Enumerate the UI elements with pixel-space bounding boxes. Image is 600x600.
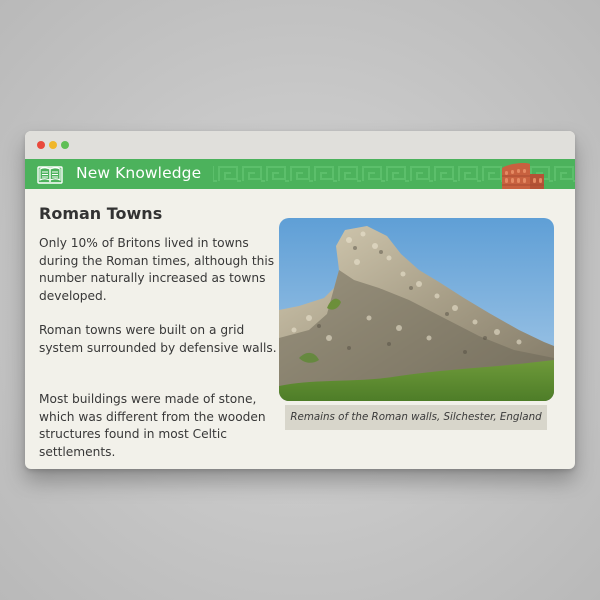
section-banner: New Knowledge [25, 159, 575, 189]
page-title: Roman Towns [39, 204, 163, 223]
roman-wall-photo [279, 218, 554, 401]
banner-title: New Knowledge [76, 164, 202, 182]
paragraph-buildings: Most buildings were made of stone, which… [39, 392, 266, 459]
paragraph-population: Only 10% of Britons lived in towns durin… [39, 236, 275, 303]
photo-caption-box: Remains of the Roman walls, Silchester, … [285, 405, 547, 430]
title-bar [25, 131, 575, 159]
maximize-button[interactable] [61, 141, 69, 149]
colosseum-icon [502, 163, 544, 189]
photo-caption: Remains of the Roman walls, Silchester, … [290, 411, 542, 423]
close-button[interactable] [37, 141, 45, 149]
lesson-window: New Knowledge Roman Towns Only 10% of Br… [25, 131, 575, 469]
paragraph-grid-system: Roman towns were built on a grid system … [39, 323, 277, 355]
minimize-button[interactable] [49, 141, 57, 149]
open-book-icon [37, 166, 63, 184]
